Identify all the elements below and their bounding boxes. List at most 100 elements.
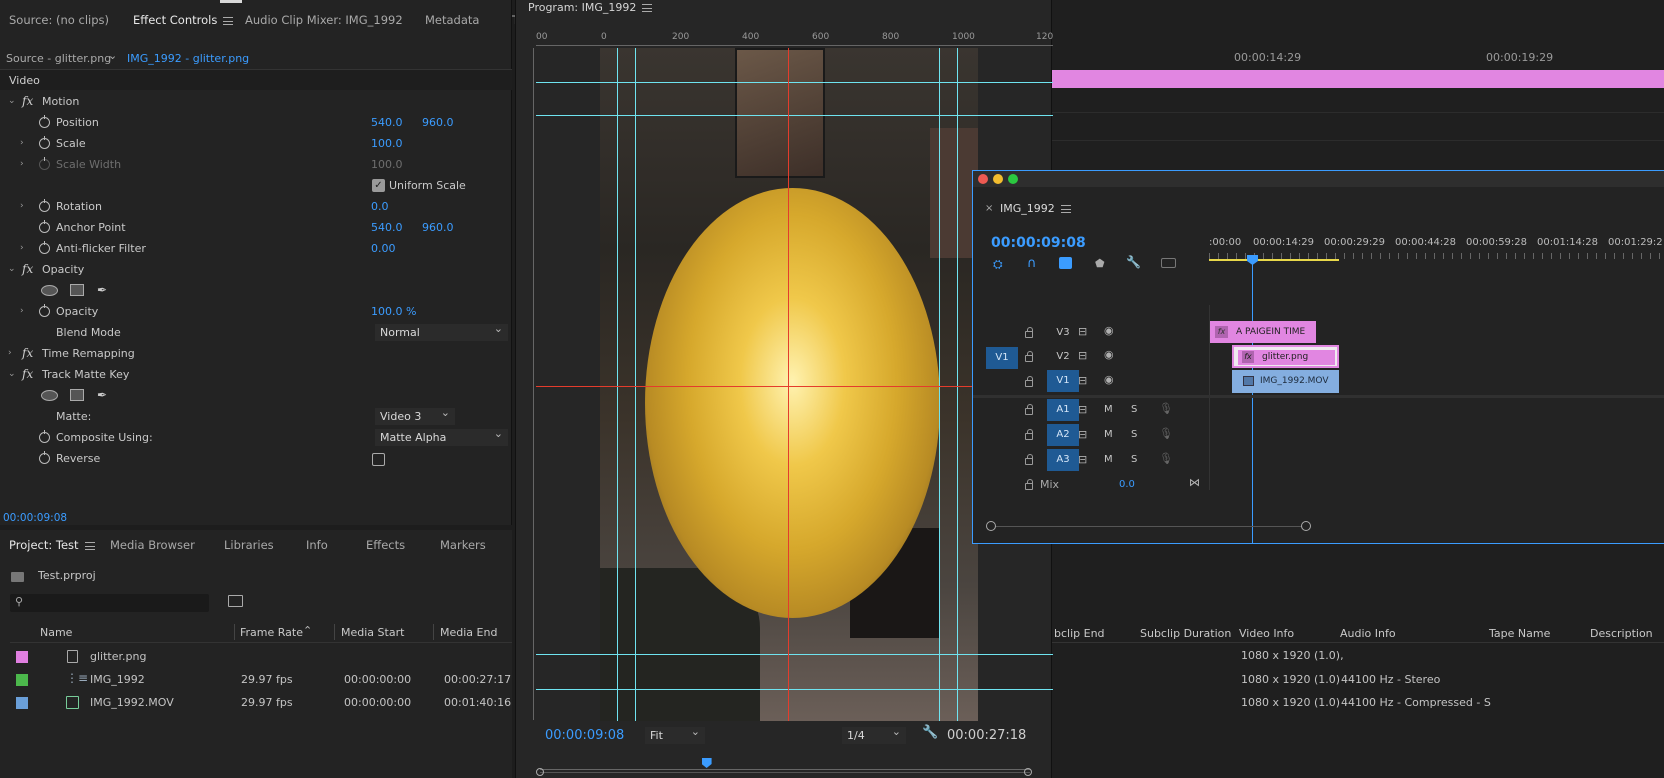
microphone-icon[interactable]: 🎙 — [1159, 402, 1173, 415]
sequence-tab[interactable]: IMG_1992 — [1000, 202, 1071, 215]
ellipse-mask-icon[interactable] — [41, 390, 58, 401]
snap-icon[interactable]: ⛭ — [993, 257, 1003, 272]
tab-effects[interactable]: Effects — [366, 525, 405, 565]
search-input[interactable]: ⚲ — [10, 594, 209, 612]
bg-pink-clip[interactable] — [1052, 70, 1664, 88]
track-target-button[interactable]: A1 — [1047, 399, 1079, 421]
fit-select[interactable]: Fit — [645, 723, 705, 744]
track-v2[interactable]: V1 V2 ⊟ ◉ fx glitter.png — [973, 345, 1664, 370]
table-row[interactable]: glitter.png — [10, 646, 512, 669]
menu-icon[interactable] — [84, 541, 95, 550]
col-media-start[interactable]: Media Start — [341, 626, 404, 639]
col-description[interactable]: Description — [1590, 627, 1653, 640]
captions-icon[interactable] — [1161, 258, 1176, 268]
sync-lock-icon[interactable]: ⊟ — [1078, 349, 1087, 362]
marker-icon[interactable]: ⬟ — [1095, 257, 1105, 270]
stopwatch-icon[interactable] — [39, 451, 50, 464]
pen-mask-icon[interactable]: ✒ — [97, 385, 107, 406]
close-traffic-light[interactable] — [978, 174, 988, 184]
tab-metadata[interactable]: Metadata — [425, 0, 479, 40]
scroll-handle-left[interactable] — [986, 521, 996, 531]
tab-info[interactable]: Info — [306, 525, 328, 565]
guide-line[interactable] — [536, 82, 1053, 83]
stopwatch-icon[interactable] — [39, 430, 50, 443]
playback-scrubber[interactable] — [540, 758, 1030, 770]
track-a2[interactable]: A2 ⊟ M S 🎙 — [973, 424, 1664, 448]
go-to-end-icon[interactable]: ⋈ — [1189, 476, 1200, 489]
clip-source-label[interactable]: Source - glitter.png — [6, 52, 111, 65]
ellipse-mask-icon[interactable] — [41, 285, 58, 296]
program-timecode[interactable]: 00:00:09:08 — [545, 728, 624, 743]
guide-line[interactable] — [536, 115, 1053, 116]
label-color-swatch[interactable] — [16, 697, 28, 709]
solo-button[interactable]: S — [1131, 404, 1137, 415]
scroll-handle-right[interactable] — [1301, 521, 1311, 531]
mute-button[interactable]: M — [1104, 429, 1113, 440]
playhead-marker[interactable] — [701, 758, 712, 768]
effect-motion-row[interactable]: ⌄ fx Motion — [0, 91, 512, 112]
guide-line[interactable] — [939, 48, 940, 721]
tab-project[interactable]: Project: Test — [9, 525, 95, 565]
position-x-value[interactable]: 540.0 — [371, 112, 403, 133]
menu-icon[interactable] — [223, 16, 234, 25]
effect-time-remapping-row[interactable]: › fx Time Remapping — [0, 343, 512, 364]
sort-asc-icon[interactable]: ⌃ — [303, 624, 312, 637]
lock-icon[interactable] — [1025, 351, 1033, 362]
tab-libraries[interactable]: Libraries — [224, 525, 274, 565]
chevron-right-icon[interactable]: › — [20, 196, 24, 217]
track-target-button[interactable]: A3 — [1047, 449, 1079, 471]
track-target-button[interactable]: A2 — [1047, 424, 1079, 446]
chevron-right-icon[interactable]: › — [20, 154, 24, 175]
wrench-icon[interactable]: 🔧 — [922, 725, 938, 740]
tab-audio-clip-mixer[interactable]: Audio Clip Mixer: IMG_1992 — [245, 0, 403, 40]
lock-icon[interactable] — [1025, 429, 1033, 440]
mute-button[interactable]: M — [1104, 454, 1113, 465]
opacity-value[interactable]: 100.0 % — [371, 301, 416, 322]
scale-value[interactable]: 100.0 — [371, 133, 403, 154]
zoom-handle-left[interactable] — [536, 768, 544, 776]
clip-sequence-label[interactable]: IMG_1992 - glitter.png — [127, 52, 249, 65]
label-color-swatch[interactable] — [16, 651, 28, 663]
chevron-down-icon[interactable]: ⌄ — [8, 259, 16, 280]
zoom-bar[interactable] — [536, 768, 1032, 776]
col-tape-name[interactable]: Tape Name — [1489, 627, 1550, 640]
position-y-value[interactable]: 960.0 — [422, 112, 454, 133]
rotation-value[interactable]: 0.0 — [371, 196, 389, 217]
timeline-clip[interactable]: IMG_1992.MOV — [1232, 370, 1339, 393]
zoom-handle-right[interactable] — [1024, 768, 1032, 776]
close-icon[interactable]: × — [985, 203, 993, 214]
stopwatch-icon[interactable] — [39, 241, 50, 254]
reverse-checkbox[interactable] — [372, 453, 385, 466]
fx-icon[interactable]: fx — [22, 364, 33, 385]
anchor-y-value[interactable]: 960.0 — [422, 217, 454, 238]
tab-effect-controls[interactable]: Effect Controls — [133, 0, 234, 40]
resolution-select[interactable]: 1/4 — [842, 723, 906, 744]
track-v1[interactable]: V1 ⊟ ◉ IMG_1992.MOV — [973, 370, 1664, 394]
add-marker-toggle-icon[interactable] — [1059, 257, 1072, 269]
track-target-button[interactable]: V1 — [1047, 370, 1079, 392]
track-name-label[interactable]: V3 — [1047, 327, 1079, 338]
antiflicker-value[interactable]: 0.00 — [371, 238, 396, 259]
source-patch-button[interactable]: V1 — [986, 347, 1018, 369]
stopwatch-icon[interactable] — [39, 304, 50, 317]
eye-icon[interactable]: ◉ — [1104, 373, 1114, 386]
sync-lock-icon[interactable]: ⊟ — [1078, 325, 1087, 338]
mix-value[interactable]: 0.0 — [1119, 479, 1135, 490]
col-media-end[interactable]: Media End — [440, 626, 497, 639]
table-row[interactable]: ⋮≡ IMG_1992 29.97 fps 00:00:00:00 00:00:… — [10, 669, 512, 692]
guide-line[interactable] — [635, 48, 636, 721]
rectangle-mask-icon[interactable] — [70, 284, 84, 296]
track-v3[interactable]: V3 ⊟ ◉ fx A PAIGEIN TIME — [973, 321, 1664, 345]
timeline-clip[interactable]: fx A PAIGEIN TIME — [1210, 321, 1316, 343]
rectangle-mask-icon[interactable] — [70, 389, 84, 401]
matte-select[interactable]: Video 3 — [375, 404, 455, 425]
tab-markers[interactable]: Markers — [440, 525, 486, 565]
pen-mask-icon[interactable]: ✒ — [97, 280, 107, 301]
sequence-timecode[interactable]: 00:00:09:08 — [991, 235, 1086, 251]
horizontal-scrollbar[interactable] — [986, 521, 1311, 531]
fx-icon[interactable]: fx — [22, 343, 33, 364]
sync-lock-icon[interactable]: ⊟ — [1078, 374, 1087, 387]
window-titlebar[interactable] — [973, 171, 1664, 187]
stopwatch-icon[interactable] — [39, 220, 50, 233]
fx-icon[interactable]: fx — [22, 259, 33, 280]
